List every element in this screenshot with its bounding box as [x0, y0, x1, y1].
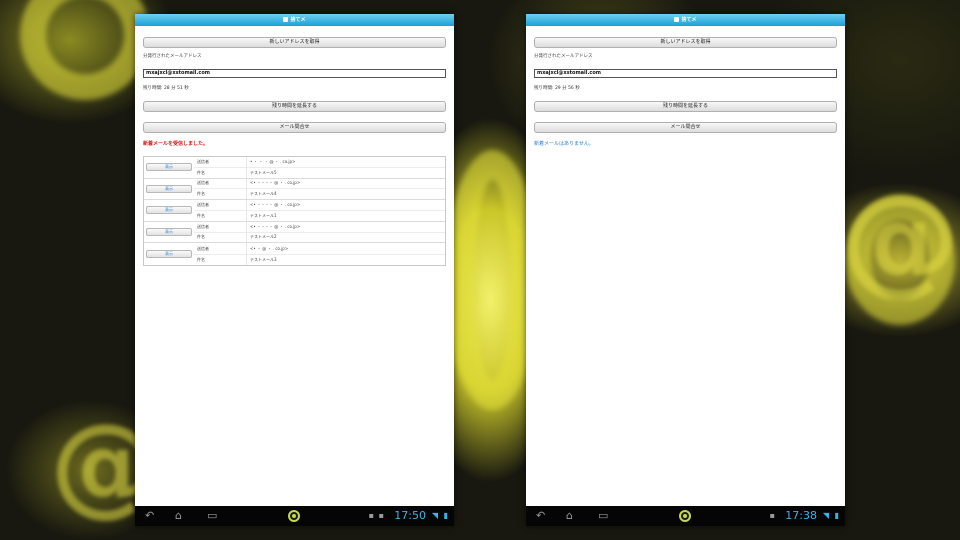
tablet-screen-left: 捨てメ 新しいアドレスを取得 分発行されたメールアドレス 残り時間: 28 分 … [135, 14, 454, 526]
remaining-time: 残り時間: 28 分 51 秒 [143, 86, 189, 91]
battery-icon: ▮ [834, 511, 839, 520]
issued-email-label: 分発行されたメールアドレス [143, 54, 202, 59]
back-icon[interactable]: ↶ [145, 509, 154, 523]
from-value: <• ・ @ ・ . co.jp> [250, 245, 289, 251]
view-message-button[interactable]: 表示 [146, 163, 192, 172]
view-message-button[interactable]: 表示 [146, 184, 192, 193]
status-message: 新着メールを受信しました。 [143, 141, 209, 147]
message-notification-icon: ▪ [769, 511, 775, 520]
new-address-button[interactable]: 新しいアドレスを取得 [143, 37, 446, 48]
status-clock: 17:38 [785, 509, 817, 522]
subject-value: テストメール3 [250, 256, 277, 262]
subject-label: 件名 [194, 167, 247, 178]
app-title-bar: 捨てメ [526, 14, 845, 26]
view-message-button[interactable]: 表示 [146, 250, 192, 259]
email-field[interactable] [143, 68, 446, 78]
subject-label: 件名 [194, 189, 247, 200]
view-message-button[interactable]: 表示 [146, 228, 192, 237]
home-icon[interactable]: ⌂ [175, 509, 182, 523]
recent-apps-icon[interactable]: ▭ [598, 509, 608, 523]
app-title-bar: 捨てメ [135, 14, 454, 26]
subject-label: 件名 [194, 232, 247, 243]
status-clock: 17:50 [394, 509, 426, 522]
from-label: 送信者 [194, 221, 247, 232]
from-value: <• ・・・・ @ ・ . co.jp> [250, 223, 301, 229]
app-icon [674, 17, 680, 22]
from-label: 送信者 [194, 243, 247, 254]
battery-icon: ▮ [443, 511, 448, 520]
launcher-icon[interactable] [679, 510, 691, 522]
download-notification-icon: ▪ [378, 511, 384, 520]
subject-value: テストメール5 [250, 169, 277, 175]
recent-apps-icon[interactable]: ▭ [207, 509, 217, 523]
subject-label: 件名 [194, 210, 247, 221]
app-icon [283, 17, 289, 22]
from-value: <• ・・・・ @ ・ . co.jp> [250, 180, 301, 186]
home-icon[interactable]: ⌂ [566, 509, 573, 523]
subject-value: テストメール4 [250, 191, 277, 197]
new-address-button[interactable]: 新しいアドレスを取得 [534, 37, 837, 48]
subject-value: テストメール1 [250, 212, 277, 218]
system-navigation-bar: ↶ ⌂ ▭ ▪ ▪ 17:50 ◥ ▮ [135, 506, 454, 526]
table-row: 表示 送信者 <• ・・・・ @ ・ . co.jp> 件名 テストメール4 [144, 178, 445, 201]
from-value: • ・ ・ ・ @ ・ . co.jp> [250, 158, 296, 164]
app-title: 捨てメ [290, 17, 306, 23]
subject-value: テストメール2 [250, 234, 277, 240]
remaining-time: 残り時間: 29 分 56 秒 [534, 86, 580, 91]
extend-time-button[interactable]: 残り時間を延長する [534, 101, 837, 112]
system-navigation-bar: ↶ ⌂ ▭ ▪ 17:38 ◥ ▮ [526, 506, 845, 526]
tablet-screen-right: 捨てメ 新しいアドレスを取得 分発行されたメールアドレス 残り時間: 29 分 … [526, 14, 845, 526]
wifi-icon: ◥ [822, 511, 829, 520]
background-ring-decoration [20, 0, 150, 100]
launcher-icon[interactable] [288, 510, 300, 522]
at-sign-decoration: @ [840, 170, 960, 309]
message-list: 表示 送信者 • ・ ・ ・ @ ・ . co.jp> 件名 テストメール5 表示 … [143, 156, 446, 266]
table-row: 表示 送信者 <• ・・・・ @ ・ . co.jp> 件名 テストメール1 [144, 200, 445, 222]
back-icon[interactable]: ↶ [536, 509, 545, 523]
from-value: <• ・・・・ @ ・ . co.jp> [250, 202, 301, 208]
view-message-button[interactable]: 表示 [146, 206, 192, 215]
check-mail-button[interactable]: メール問合せ [143, 122, 446, 133]
main-content: 新しいアドレスを取得 分発行されたメールアドレス 残り時間: 28 分 51 秒… [135, 37, 454, 266]
table-row: 表示 送信者 • ・ ・ ・ @ ・ . co.jp> 件名 テストメール5 [144, 157, 445, 179]
table-row: 表示 送信者 <• ・・・・ @ ・ . co.jp> 件名 テストメール2 [144, 221, 445, 244]
status-message: 新着メールはありません。 [534, 141, 594, 147]
extend-time-button[interactable]: 残り時間を延長する [143, 101, 446, 112]
wifi-icon: ◥ [431, 511, 438, 520]
email-field[interactable] [534, 68, 837, 78]
subject-label: 件名 [194, 254, 247, 265]
check-mail-button[interactable]: メール問合せ [534, 122, 837, 133]
from-label: 送信者 [194, 178, 247, 189]
from-label: 送信者 [194, 200, 247, 210]
main-content: 新しいアドレスを取得 分発行されたメールアドレス 残り時間: 29 分 56 秒… [526, 37, 845, 147]
gallery-notification-icon: ▪ [368, 511, 374, 520]
from-label: 送信者 [194, 157, 247, 167]
table-row: 表示 送信者 <• ・ @ ・ . co.jp> 件名 テストメール3 [144, 243, 445, 265]
issued-email-label: 分発行されたメールアドレス [534, 54, 593, 59]
app-title: 捨てメ [681, 17, 697, 23]
